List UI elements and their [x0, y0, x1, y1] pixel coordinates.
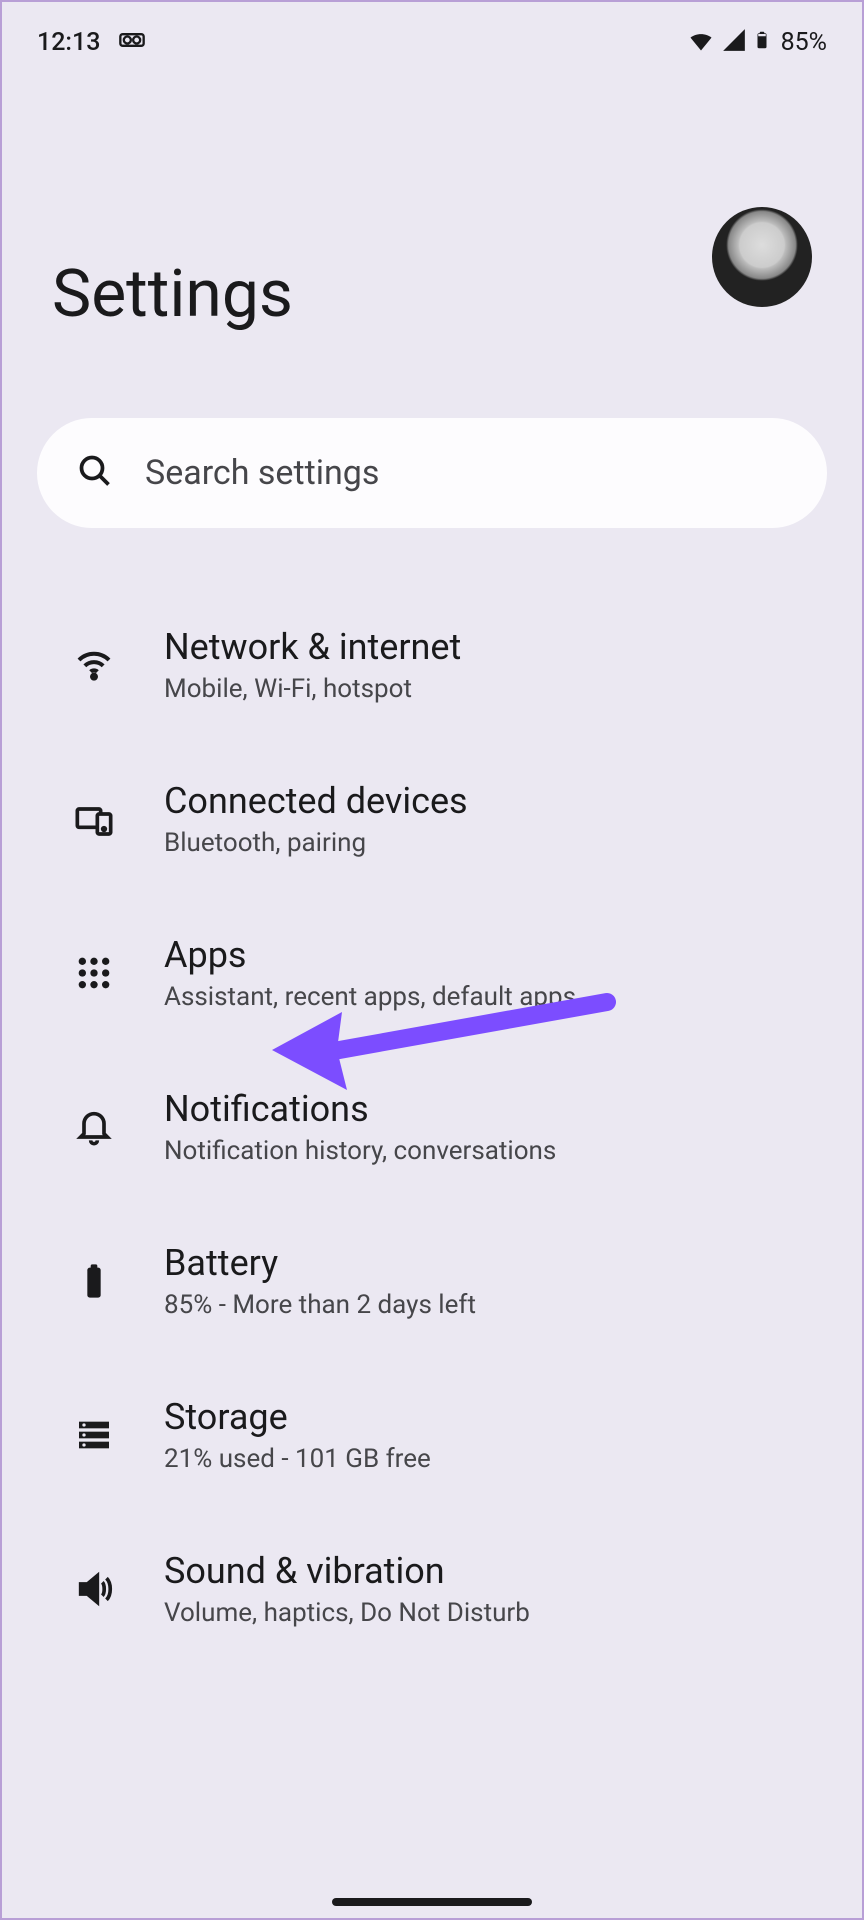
item-title: Network & internet: [164, 626, 461, 668]
settings-item-notifications[interactable]: Notifications Notification history, conv…: [2, 1050, 862, 1204]
status-bar: 12:13 85%: [2, 2, 862, 72]
settings-list: Network & internet Mobile, Wi-Fi, hotspo…: [2, 528, 862, 1666]
item-title: Apps: [164, 934, 576, 976]
status-left: 12:13: [37, 26, 146, 58]
settings-item-network[interactable]: Network & internet Mobile, Wi-Fi, hotspo…: [2, 588, 862, 742]
item-subtitle: 21% used - 101 GB free: [164, 1444, 431, 1474]
search-placeholder: Search settings: [145, 453, 379, 493]
item-subtitle: Volume, haptics, Do Not Disturb: [164, 1598, 530, 1628]
storage-icon: [72, 1413, 116, 1457]
settings-item-battery[interactable]: Battery 85% - More than 2 days left: [2, 1204, 862, 1358]
gesture-nav-bar[interactable]: [332, 1898, 532, 1906]
signal-icon: [721, 27, 747, 57]
page-title: Settings: [52, 262, 293, 328]
header: Settings: [2, 72, 862, 348]
search-bar[interactable]: Search settings: [37, 418, 827, 528]
settings-item-connected-devices[interactable]: Connected devices Bluetooth, pairing: [2, 742, 862, 896]
item-subtitle: 85% - More than 2 days left: [164, 1290, 476, 1320]
battery-percentage: 85%: [781, 28, 827, 57]
devices-icon: [72, 797, 116, 841]
search-icon: [77, 453, 113, 493]
status-right: 85%: [687, 25, 827, 59]
settings-item-apps[interactable]: Apps Assistant, recent apps, default app…: [2, 896, 862, 1050]
item-subtitle: Bluetooth, pairing: [164, 828, 468, 858]
apps-grid-icon: [72, 951, 116, 995]
item-subtitle: Assistant, recent apps, default apps: [164, 982, 576, 1012]
item-title: Battery: [164, 1242, 476, 1284]
battery-icon: [72, 1259, 116, 1303]
item-subtitle: Mobile, Wi-Fi, hotspot: [164, 674, 461, 704]
settings-item-storage[interactable]: Storage 21% used - 101 GB free: [2, 1358, 862, 1512]
item-title: Storage: [164, 1396, 431, 1438]
battery-icon: [753, 25, 771, 59]
bell-icon: [72, 1105, 116, 1149]
settings-item-sound[interactable]: Sound & vibration Volume, haptics, Do No…: [2, 1512, 862, 1666]
volume-icon: [72, 1567, 116, 1611]
wifi-icon: [687, 26, 715, 58]
item-subtitle: Notification history, conversations: [164, 1136, 556, 1166]
profile-avatar[interactable]: [712, 207, 812, 307]
item-title: Connected devices: [164, 780, 468, 822]
wifi-icon: [72, 643, 116, 687]
item-title: Notifications: [164, 1088, 556, 1130]
status-time: 12:13: [37, 28, 100, 57]
item-title: Sound & vibration: [164, 1550, 530, 1592]
voicemail-icon: [118, 26, 146, 58]
